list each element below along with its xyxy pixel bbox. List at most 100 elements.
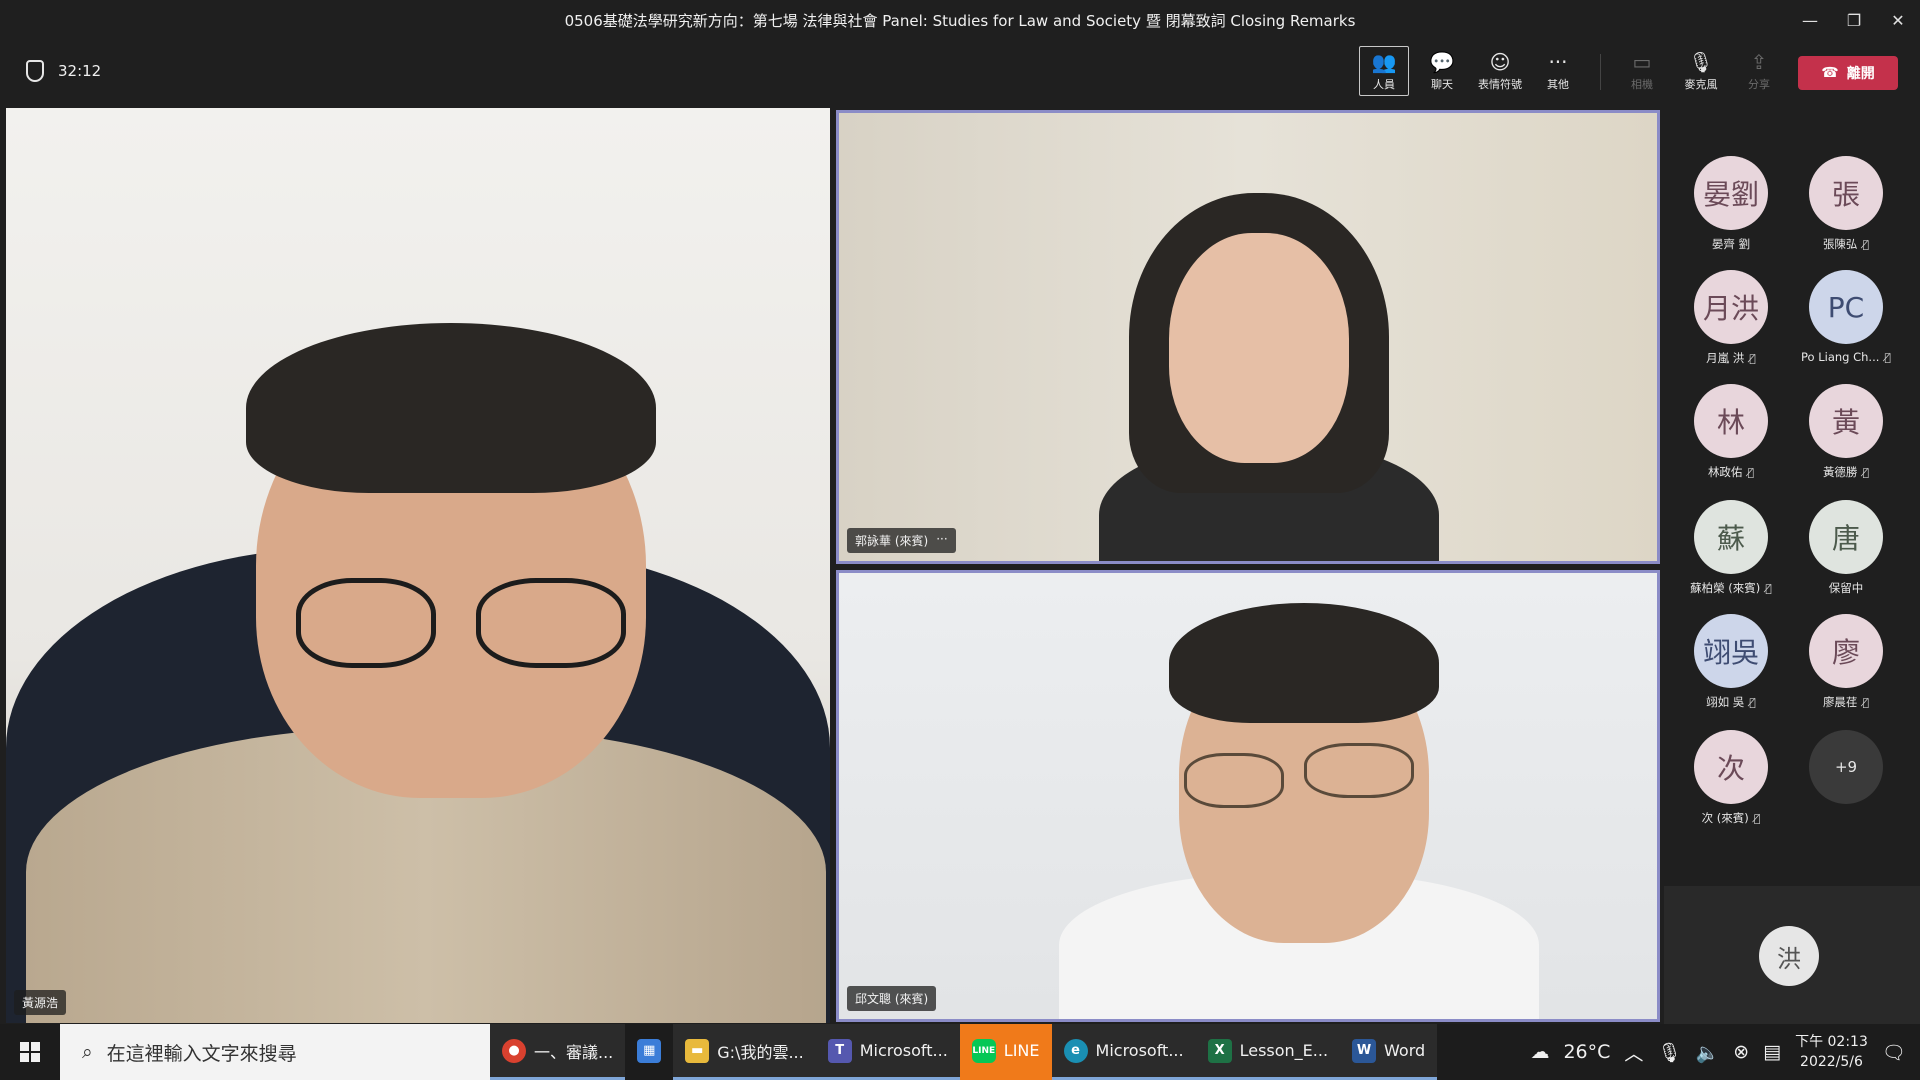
taskbar-store[interactable]: ▦: [625, 1024, 673, 1080]
participant-avatar[interactable]: PC Po Liang Ch... 🎙̸: [1801, 270, 1891, 364]
glasses-left: [296, 578, 436, 668]
participant-avatar[interactable]: 晏劉 晏齊 劉: [1694, 156, 1768, 252]
task-label: Word: [1384, 1041, 1426, 1060]
volume-icon[interactable]: 🔈: [1696, 1041, 1720, 1064]
mic-off-icon: 🎙̸: [1749, 695, 1756, 709]
participant-avatar[interactable]: 張 張陳弘 🎙̸: [1809, 156, 1883, 252]
teams-icon: T: [827, 1038, 852, 1063]
avatar-name: 晏齊 劉: [1711, 237, 1751, 251]
notification-icon[interactable]: 🗨: [1882, 1041, 1906, 1064]
taskbar-word[interactable]: W Word: [1340, 1024, 1438, 1080]
avatar-initials: 次: [1694, 730, 1768, 804]
mic-button[interactable]: 🎙 麥克風: [1676, 46, 1726, 96]
video-tile-main[interactable]: 黃源浩: [6, 108, 830, 1023]
chat-button[interactable]: 💬 聊天: [1417, 46, 1467, 96]
reactions-label: 表情符號: [1478, 77, 1522, 91]
people-label: 人員: [1373, 77, 1395, 91]
camera-label: 相機: [1631, 77, 1653, 91]
video-tile-top[interactable]: 郭詠華 (來賓) ···: [836, 110, 1660, 564]
avatar-initials: 唐: [1809, 500, 1883, 574]
avatar-name: Po Liang Ch...: [1801, 350, 1880, 364]
chat-label: 聊天: [1431, 77, 1453, 91]
avatar-initials: 張: [1809, 156, 1883, 230]
taskbar-chrome[interactable]: ● 一、審議...: [490, 1024, 626, 1080]
participant-avatar[interactable]: 廖 廖晨荏 🎙̸: [1809, 614, 1883, 710]
more-button[interactable]: ··· 其他: [1533, 46, 1583, 96]
reactions-button[interactable]: ☺ 表情符號: [1475, 46, 1525, 96]
windows-icon: [20, 1042, 40, 1062]
chat-icon: 💬: [1429, 49, 1455, 74]
network-error-icon[interactable]: ⊗: [1733, 1041, 1749, 1063]
taskbar-search[interactable]: ⌕ 在這裡輸入文字來搜尋: [60, 1024, 490, 1080]
meeting-timer: 32:12: [26, 60, 101, 82]
share-button[interactable]: ⇪ 分享: [1734, 46, 1784, 96]
participant-avatar[interactable]: 林 林政佑 🎙̸: [1694, 384, 1768, 480]
avatar-initials: 蘇: [1694, 500, 1768, 574]
participant-avatar[interactable]: 黃 黃德勝 🎙̸: [1809, 384, 1883, 480]
mic-off-icon: 🎙̸: [1862, 237, 1870, 251]
meeting-toolbar: 32:12 👥 人員 💬 聊天 ☺ 表情符號 ··· 其他 ▭ 相機 🎙 麥克風…: [0, 40, 1920, 104]
video-tile-bottom[interactable]: 邱文聰 (來賓): [836, 570, 1660, 1022]
avatar-name: 翊如 吳: [1706, 695, 1745, 709]
taskbar: ⌕ 在這裡輸入文字來搜尋 ● 一、審議... ▦ ▬ G:\我的雲... T M…: [0, 1024, 1920, 1080]
avatar-initials: 林: [1694, 384, 1768, 458]
minimize-button[interactable]: —: [1788, 0, 1832, 40]
avatar-name: 次 (來賓): [1701, 811, 1749, 825]
person-hair: [246, 323, 656, 493]
participant-avatar[interactable]: 次 次 (來賓) 🎙̸: [1694, 730, 1768, 826]
word-icon: W: [1352, 1038, 1377, 1063]
window-title: 0506基礎法學研究新方向：第七場 法律與社會 Panel: Studies f…: [564, 11, 1356, 30]
avatar-name: 黃德勝: [1822, 465, 1858, 479]
maximize-button[interactable]: ❐: [1832, 0, 1876, 40]
participant-name-tag: 邱文聰 (來賓): [847, 986, 937, 1011]
avatar-initials: PC: [1809, 270, 1883, 344]
taskbar-line[interactable]: LINE LINE: [959, 1024, 1052, 1080]
taskbar-edge[interactable]: e Microsoft...: [1051, 1024, 1196, 1080]
camera-button[interactable]: ▭ 相機: [1617, 46, 1667, 96]
folder-icon: ▬: [685, 1038, 710, 1063]
share-label: 分享: [1748, 77, 1770, 91]
people-button[interactable]: 👥 人員: [1359, 46, 1409, 96]
people-icon: 👥: [1371, 49, 1397, 74]
keyboard-icon[interactable]: ▤: [1763, 1041, 1781, 1063]
taskbar-excel[interactable]: X Lesson_E...: [1195, 1024, 1341, 1080]
more-options-icon[interactable]: ···: [936, 532, 947, 549]
taskbar-teams[interactable]: T Microsoft...: [815, 1024, 960, 1080]
mic-off-icon: 🎙̸: [1765, 581, 1772, 595]
close-button[interactable]: ✕: [1876, 0, 1920, 40]
task-label: Lesson_E...: [1239, 1041, 1329, 1060]
avatar-initials: 廖: [1809, 614, 1883, 688]
camera-off-icon: ▭: [1632, 49, 1652, 74]
avatar-initials: 晏劉: [1694, 156, 1768, 230]
weather-temp[interactable]: 26°C: [1563, 1041, 1610, 1063]
system-tray: ☁ 26°C ︿ 🎙 🔈 ⊗ ▤ 下午 02:13 2022/5/6 🗨: [1530, 1024, 1920, 1080]
microphone-icon[interactable]: 🎙: [1657, 1041, 1681, 1064]
search-placeholder: 在這裡輸入文字來搜尋: [106, 1042, 297, 1065]
participant-avatar[interactable]: 蘇 蘇柏榮 (來賓) 🎙̸: [1690, 500, 1772, 596]
participant-name-tag: 黃源浩: [14, 990, 67, 1015]
hangup-icon: ☎: [1821, 65, 1839, 81]
more-participants-button[interactable]: +9: [1809, 730, 1883, 804]
participant-avatar[interactable]: 月洪 月嵐 洪 🎙̸: [1694, 270, 1768, 366]
mic-off-icon: 🎙: [1688, 49, 1714, 74]
participant-avatar[interactable]: 翊吳 翊如 吳 🎙̸: [1694, 614, 1768, 710]
leave-label: 離開: [1846, 66, 1875, 82]
participant-name: 黃源浩: [22, 996, 59, 1010]
start-button[interactable]: [0, 1024, 60, 1080]
weather-icon[interactable]: ☁: [1530, 1041, 1549, 1063]
participant-avatar[interactable]: 唐 保留中: [1809, 500, 1883, 596]
line-icon: LINE: [971, 1038, 996, 1063]
taskbar-explorer[interactable]: ▬ G:\我的雲...: [673, 1024, 816, 1080]
more-icon: ···: [1548, 49, 1568, 74]
avatar-name: 月嵐 洪: [1706, 351, 1745, 365]
clock[interactable]: 下午 02:13 2022/5/6: [1795, 1032, 1868, 1072]
task-label: 一、審議...: [534, 1042, 614, 1062]
leave-button[interactable]: ☎ 離開: [1798, 56, 1898, 90]
chevron-up-icon[interactable]: ︿: [1624, 1039, 1643, 1066]
self-view[interactable]: 洪: [1664, 886, 1920, 1024]
clock-date: 2022/5/6: [1800, 1054, 1863, 1070]
avatar-name: 保留中: [1828, 581, 1864, 595]
self-avatar: 洪: [1759, 926, 1819, 986]
participant-name: 郭詠華 (來賓): [855, 534, 929, 548]
more-label: 其他: [1547, 77, 1569, 91]
